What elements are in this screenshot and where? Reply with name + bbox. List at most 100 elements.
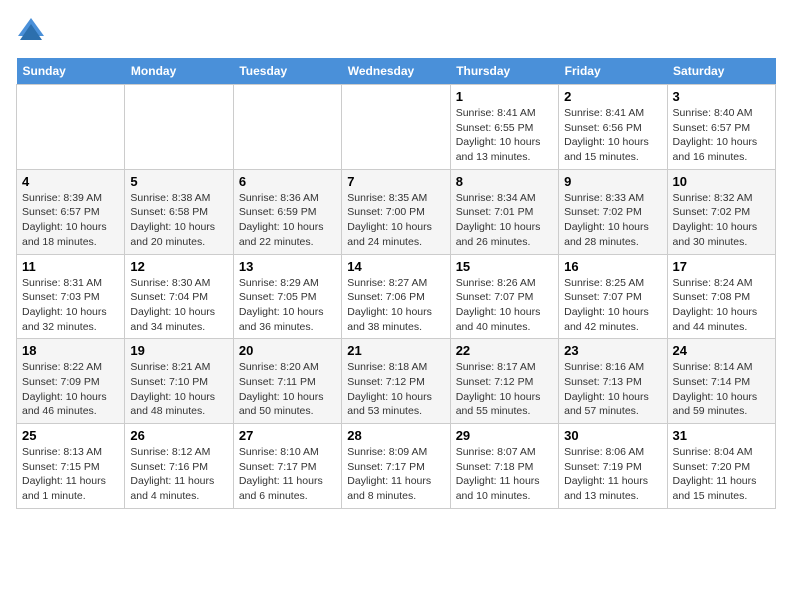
day-number: 3 (673, 89, 770, 104)
day-info: Sunrise: 8:13 AM Sunset: 7:15 PM Dayligh… (22, 445, 119, 504)
day-info: Sunrise: 8:21 AM Sunset: 7:10 PM Dayligh… (130, 360, 227, 419)
day-info: Sunrise: 8:18 AM Sunset: 7:12 PM Dayligh… (347, 360, 444, 419)
calendar-table: SundayMondayTuesdayWednesdayThursdayFrid… (16, 58, 776, 509)
day-number: 10 (673, 174, 770, 189)
day-number: 13 (239, 259, 336, 274)
weekday-header-saturday: Saturday (667, 58, 775, 85)
day-number: 28 (347, 428, 444, 443)
weekday-header-friday: Friday (559, 58, 667, 85)
day-number: 27 (239, 428, 336, 443)
calendar-cell: 20Sunrise: 8:20 AM Sunset: 7:11 PM Dayli… (233, 339, 341, 424)
day-number: 29 (456, 428, 553, 443)
day-number: 2 (564, 89, 661, 104)
day-info: Sunrise: 8:32 AM Sunset: 7:02 PM Dayligh… (673, 191, 770, 250)
weekday-header-thursday: Thursday (450, 58, 558, 85)
day-info: Sunrise: 8:41 AM Sunset: 6:55 PM Dayligh… (456, 106, 553, 165)
calendar-cell: 4 Sunrise: 8:39 AM Sunset: 6:57 PM Daylig… (17, 169, 125, 254)
day-number: 18 (22, 343, 119, 358)
day-number: 4 (22, 174, 119, 189)
calendar-cell: 7Sunrise: 8:35 AM Sunset: 7:00 PM Daylig… (342, 169, 450, 254)
day-number: 19 (130, 343, 227, 358)
calendar-week-row: 1 Sunrise: 8:41 AM Sunset: 6:55 PM Daylig… (17, 85, 776, 170)
calendar-cell: 21 Sunrise: 8:18 AM Sunset: 7:12 PM Dayli… (342, 339, 450, 424)
calendar-cell: 31Sunrise: 8:04 AM Sunset: 7:20 PM Dayli… (667, 424, 775, 509)
calendar-cell: 10 Sunrise: 8:32 AM Sunset: 7:02 PM Dayli… (667, 169, 775, 254)
day-number: 26 (130, 428, 227, 443)
day-number: 14 (347, 259, 444, 274)
day-number: 5 (130, 174, 227, 189)
weekday-header-wednesday: Wednesday (342, 58, 450, 85)
calendar-cell: 25 Sunrise: 8:13 AM Sunset: 7:15 PM Dayli… (17, 424, 125, 509)
calendar-cell (17, 85, 125, 170)
weekday-header-monday: Monday (125, 58, 233, 85)
day-info: Sunrise: 8:38 AM Sunset: 6:58 PM Dayligh… (130, 191, 227, 250)
day-info: Sunrise: 8:34 AM Sunset: 7:01 PM Dayligh… (456, 191, 553, 250)
day-number: 1 (456, 89, 553, 104)
day-number: 30 (564, 428, 661, 443)
day-info: Sunrise: 8:39 AM Sunset: 6:57 PM Dayligh… (22, 191, 119, 250)
calendar-cell (233, 85, 341, 170)
day-info: Sunrise: 8:33 AM Sunset: 7:02 PM Dayligh… (564, 191, 661, 250)
calendar-header-row: SundayMondayTuesdayWednesdayThursdayFrid… (17, 58, 776, 85)
weekday-header-tuesday: Tuesday (233, 58, 341, 85)
calendar-cell: 27 Sunrise: 8:10 AM Sunset: 7:17 PM Dayli… (233, 424, 341, 509)
day-info: Sunrise: 8:26 AM Sunset: 7:07 PM Dayligh… (456, 276, 553, 335)
day-info: Sunrise: 8:29 AM Sunset: 7:05 PM Dayligh… (239, 276, 336, 335)
logo (16, 16, 50, 46)
day-number: 15 (456, 259, 553, 274)
calendar-cell: 23 Sunrise: 8:16 AM Sunset: 7:13 PM Dayli… (559, 339, 667, 424)
calendar-cell: 9 Sunrise: 8:33 AM Sunset: 7:02 PM Daylig… (559, 169, 667, 254)
calendar-cell (342, 85, 450, 170)
day-number: 7 (347, 174, 444, 189)
calendar-cell: 6Sunrise: 8:36 AM Sunset: 6:59 PM Daylig… (233, 169, 341, 254)
calendar-cell: 8 Sunrise: 8:34 AM Sunset: 7:01 PM Daylig… (450, 169, 558, 254)
day-info: Sunrise: 8:16 AM Sunset: 7:13 PM Dayligh… (564, 360, 661, 419)
calendar-cell (125, 85, 233, 170)
calendar-cell: 11Sunrise: 8:31 AM Sunset: 7:03 PM Dayli… (17, 254, 125, 339)
calendar-cell: 22Sunrise: 8:17 AM Sunset: 7:12 PM Dayli… (450, 339, 558, 424)
day-info: Sunrise: 8:07 AM Sunset: 7:18 PM Dayligh… (456, 445, 553, 504)
calendar-cell: 26 Sunrise: 8:12 AM Sunset: 7:16 PM Dayli… (125, 424, 233, 509)
logo-icon (16, 16, 46, 46)
calendar-cell: 17Sunrise: 8:24 AM Sunset: 7:08 PM Dayli… (667, 254, 775, 339)
day-info: Sunrise: 8:36 AM Sunset: 6:59 PM Dayligh… (239, 191, 336, 250)
day-number: 24 (673, 343, 770, 358)
day-info: Sunrise: 8:10 AM Sunset: 7:17 PM Dayligh… (239, 445, 336, 504)
calendar-cell: 19 Sunrise: 8:21 AM Sunset: 7:10 PM Dayli… (125, 339, 233, 424)
day-number: 31 (673, 428, 770, 443)
calendar-week-row: 18 Sunrise: 8:22 AM Sunset: 7:09 PM Dayli… (17, 339, 776, 424)
day-info: Sunrise: 8:27 AM Sunset: 7:06 PM Dayligh… (347, 276, 444, 335)
calendar-cell: 15 Sunrise: 8:26 AM Sunset: 7:07 PM Dayli… (450, 254, 558, 339)
calendar-cell: 12Sunrise: 8:30 AM Sunset: 7:04 PM Dayli… (125, 254, 233, 339)
day-number: 12 (130, 259, 227, 274)
calendar-cell: 1 Sunrise: 8:41 AM Sunset: 6:55 PM Daylig… (450, 85, 558, 170)
calendar-week-row: 25 Sunrise: 8:13 AM Sunset: 7:15 PM Dayli… (17, 424, 776, 509)
day-number: 9 (564, 174, 661, 189)
calendar-cell: 18 Sunrise: 8:22 AM Sunset: 7:09 PM Dayli… (17, 339, 125, 424)
day-info: Sunrise: 8:41 AM Sunset: 6:56 PM Dayligh… (564, 106, 661, 165)
day-info: Sunrise: 8:09 AM Sunset: 7:17 PM Dayligh… (347, 445, 444, 504)
day-number: 21 (347, 343, 444, 358)
calendar-cell: 24 Sunrise: 8:14 AM Sunset: 7:14 PM Dayli… (667, 339, 775, 424)
day-info: Sunrise: 8:12 AM Sunset: 7:16 PM Dayligh… (130, 445, 227, 504)
day-info: Sunrise: 8:14 AM Sunset: 7:14 PM Dayligh… (673, 360, 770, 419)
calendar-cell: 3 Sunrise: 8:40 AM Sunset: 6:57 PM Daylig… (667, 85, 775, 170)
day-info: Sunrise: 8:22 AM Sunset: 7:09 PM Dayligh… (22, 360, 119, 419)
day-number: 25 (22, 428, 119, 443)
day-number: 17 (673, 259, 770, 274)
calendar-cell: 28 Sunrise: 8:09 AM Sunset: 7:17 PM Dayli… (342, 424, 450, 509)
calendar-cell: 30Sunrise: 8:06 AM Sunset: 7:19 PM Dayli… (559, 424, 667, 509)
calendar-cell: 13 Sunrise: 8:29 AM Sunset: 7:05 PM Dayli… (233, 254, 341, 339)
calendar-cell: 29 Sunrise: 8:07 AM Sunset: 7:18 PM Dayli… (450, 424, 558, 509)
calendar-cell: 5 Sunrise: 8:38 AM Sunset: 6:58 PM Daylig… (125, 169, 233, 254)
weekday-header-sunday: Sunday (17, 58, 125, 85)
calendar-cell: 14 Sunrise: 8:27 AM Sunset: 7:06 PM Dayli… (342, 254, 450, 339)
day-info: Sunrise: 8:17 AM Sunset: 7:12 PM Dayligh… (456, 360, 553, 419)
day-info: Sunrise: 8:40 AM Sunset: 6:57 PM Dayligh… (673, 106, 770, 165)
calendar-week-row: 4 Sunrise: 8:39 AM Sunset: 6:57 PM Daylig… (17, 169, 776, 254)
day-number: 8 (456, 174, 553, 189)
day-info: Sunrise: 8:25 AM Sunset: 7:07 PM Dayligh… (564, 276, 661, 335)
day-number: 20 (239, 343, 336, 358)
day-number: 23 (564, 343, 661, 358)
day-info: Sunrise: 8:31 AM Sunset: 7:03 PM Dayligh… (22, 276, 119, 335)
